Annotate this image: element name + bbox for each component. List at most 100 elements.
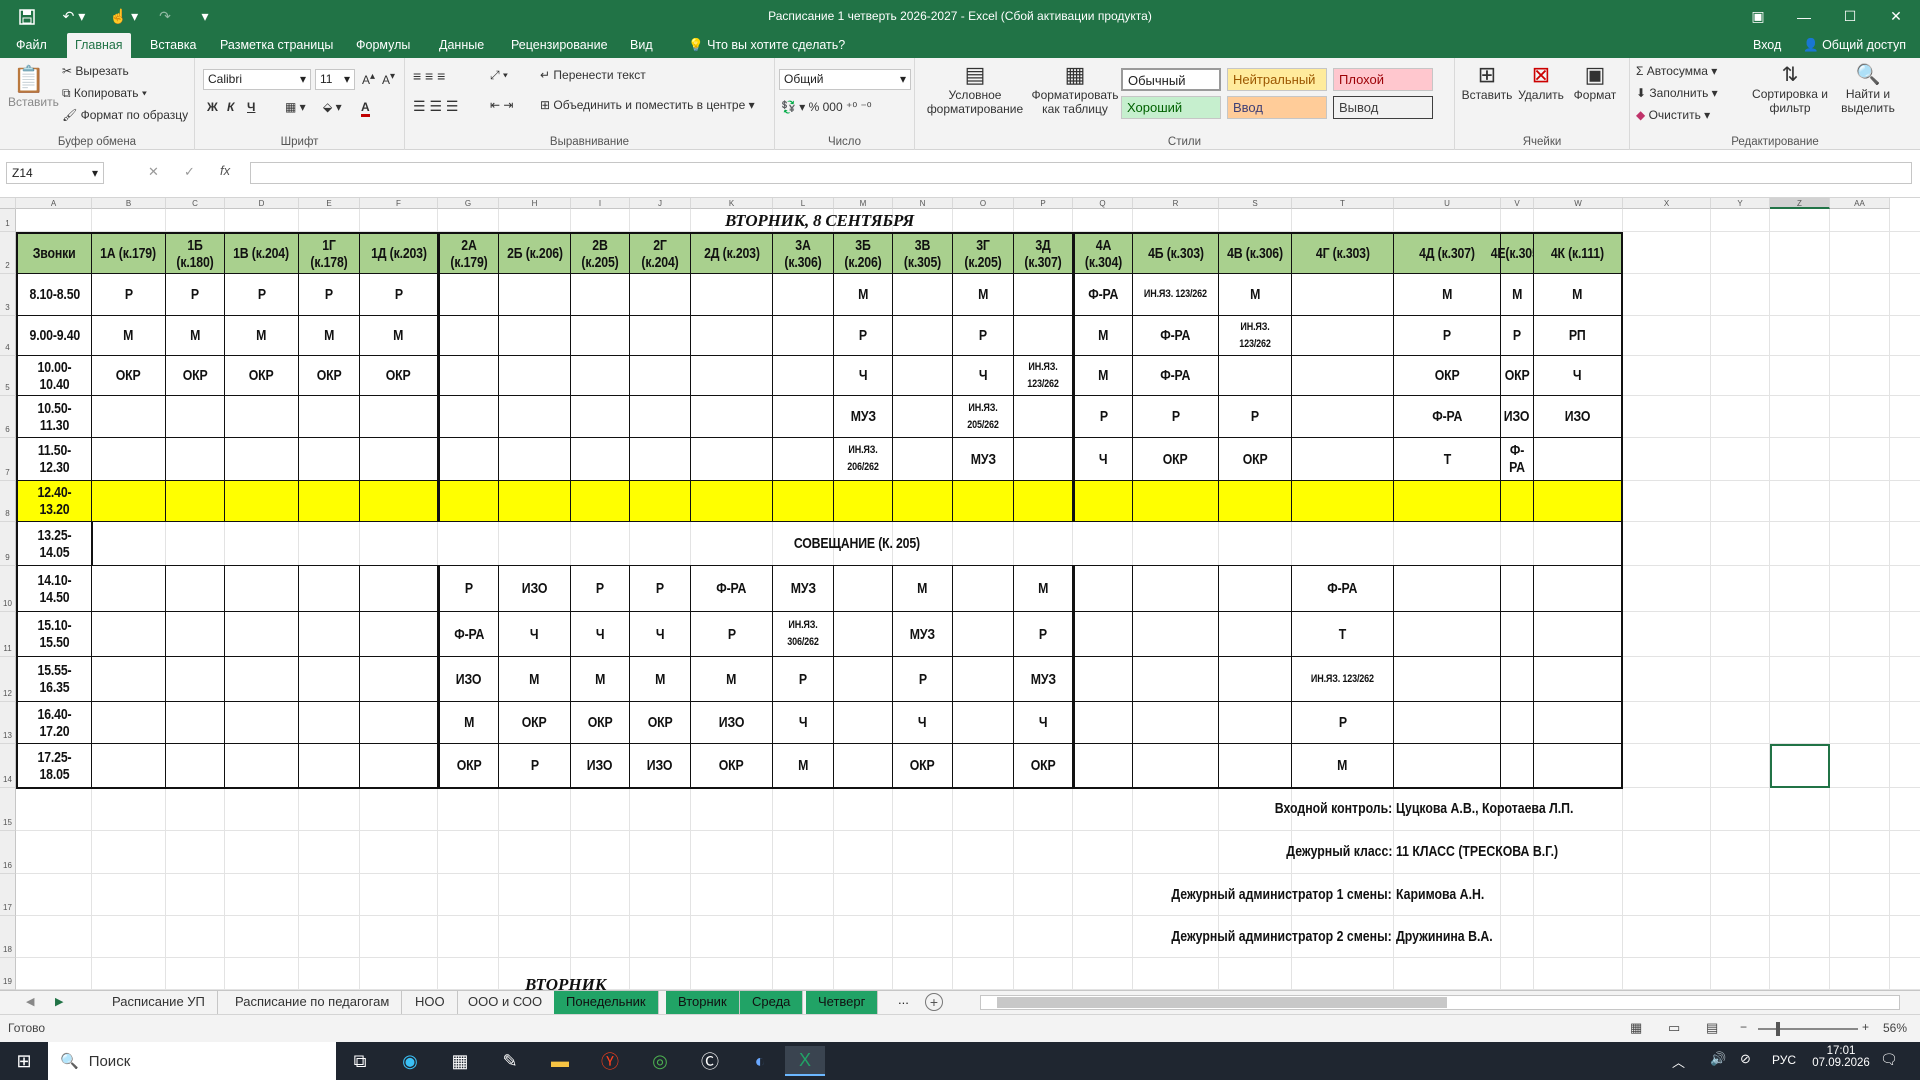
lesson-cell[interactable]: Ч [630, 612, 691, 657]
time-cell[interactable]: 14.10-14.50 [16, 566, 92, 612]
table-header-cell[interactable]: 1Б (к.180) [166, 232, 225, 274]
column-header[interactable]: Z [1770, 198, 1830, 209]
app-c-icon[interactable]: Ⓒ [690, 1046, 730, 1076]
paste-button[interactable]: 📋 Вставить [8, 64, 59, 109]
lesson-cell[interactable] [299, 566, 360, 612]
lesson-cell[interactable] [1534, 566, 1623, 612]
lesson-cell[interactable] [438, 396, 499, 438]
lesson-cell[interactable]: Р [1292, 702, 1394, 744]
taskbar-search[interactable]: 🔍 Поиск [48, 1042, 336, 1080]
lesson-cell[interactable] [225, 612, 299, 657]
tab-file[interactable]: Файл [8, 33, 55, 58]
ribbon-display-icon[interactable]: ▣ [1735, 0, 1781, 33]
tab-insert[interactable]: Вставка [142, 33, 204, 58]
lesson-cell[interactable] [166, 396, 225, 438]
lesson-cell[interactable]: ИЗО [630, 744, 691, 788]
lesson-cell[interactable] [360, 702, 438, 744]
lesson-cell[interactable]: Р [438, 566, 499, 612]
tab-page-layout[interactable]: Разметка страницы [212, 33, 341, 58]
underline-button[interactable]: Ч [247, 100, 255, 114]
lesson-cell[interactable] [1073, 566, 1133, 612]
style-neutral[interactable]: Нейтральный [1227, 68, 1327, 91]
lesson-cell[interactable] [299, 657, 360, 702]
column-header[interactable]: AA [1830, 198, 1890, 209]
lesson-cell[interactable]: ОКР [166, 356, 225, 396]
lesson-cell[interactable] [691, 316, 773, 356]
lesson-cell[interactable] [499, 438, 571, 481]
lesson-cell[interactable]: Р [1501, 316, 1534, 356]
lesson-cell[interactable] [499, 481, 571, 522]
lesson-cell[interactable] [166, 481, 225, 522]
orientation-icon[interactable]: ⤢ ▾ [490, 68, 508, 83]
lesson-cell[interactable] [571, 316, 630, 356]
lesson-cell[interactable] [166, 566, 225, 612]
volume-icon[interactable]: 🔊 [1710, 1051, 1726, 1067]
row-header[interactable]: 18 [0, 916, 16, 958]
lesson-cell[interactable] [499, 274, 571, 316]
lesson-cell[interactable] [893, 356, 953, 396]
lesson-cell[interactable] [953, 481, 1014, 522]
lesson-cell[interactable]: Ф-РА [1292, 566, 1394, 612]
lesson-cell[interactable] [893, 438, 953, 481]
lesson-cell[interactable]: М [691, 657, 773, 702]
grow-font-icon[interactable]: A▴ [362, 71, 375, 87]
lesson-cell[interactable]: Ф-РА [1133, 356, 1219, 396]
lesson-cell[interactable]: Р [691, 612, 773, 657]
style-output[interactable]: Вывод [1333, 96, 1433, 119]
lesson-cell[interactable] [1292, 356, 1394, 396]
lesson-cell[interactable]: Р [893, 657, 953, 702]
lesson-cell[interactable]: ОКР [299, 356, 360, 396]
column-header[interactable]: H [499, 198, 571, 209]
lesson-cell[interactable]: М [1394, 274, 1501, 316]
table-header-cell[interactable]: 4А (к.304) [1073, 232, 1133, 274]
lesson-cell[interactable] [571, 438, 630, 481]
lesson-cell[interactable]: М [360, 316, 438, 356]
lesson-cell[interactable]: Т [1292, 612, 1394, 657]
time-cell[interactable]: 8.10-8.50 [16, 274, 92, 316]
column-header[interactable]: J [630, 198, 691, 209]
lesson-cell[interactable] [1534, 481, 1623, 522]
table-header-cell[interactable]: 1Г (к.178) [299, 232, 360, 274]
lesson-cell[interactable] [225, 702, 299, 744]
lesson-cell[interactable] [1219, 702, 1292, 744]
table-header-cell[interactable]: 4Е(к.305) [1491, 232, 1543, 274]
sheet-tab[interactable]: Расписание по педагогам [223, 991, 403, 1014]
lesson-cell[interactable]: ОКР [1014, 744, 1073, 788]
bold-button[interactable]: Ж [207, 100, 218, 114]
table-header-cell[interactable]: 3В (к.305) [893, 232, 953, 274]
lesson-cell[interactable] [1133, 481, 1219, 522]
lesson-cell[interactable]: Ч [953, 356, 1014, 396]
lesson-cell[interactable] [571, 356, 630, 396]
lesson-cell[interactable]: Р [225, 274, 299, 316]
font-size-combo[interactable]: 11 ▾ [315, 69, 355, 90]
column-header[interactable]: A [16, 198, 92, 209]
lesson-cell[interactable] [893, 481, 953, 522]
lesson-cell[interactable]: М [1534, 274, 1623, 316]
lesson-cell[interactable]: ИН.ЯЗ. 123/262 [1219, 316, 1292, 356]
lesson-cell[interactable] [834, 481, 893, 522]
column-header[interactable]: F [360, 198, 438, 209]
lesson-cell[interactable]: ИН.ЯЗ. 206/262 [834, 438, 893, 481]
lesson-cell[interactable] [1219, 356, 1292, 396]
find-select-button[interactable]: 🔍 Найти и выделить [1830, 62, 1906, 115]
row-header[interactable]: 3 [0, 274, 16, 316]
zoom-slider[interactable] [1758, 1022, 1858, 1036]
sheet-tab[interactable]: Вторник [666, 991, 740, 1014]
maximize-icon[interactable]: ☐ [1827, 0, 1873, 33]
sort-filter-button[interactable]: ⇅ Сортировка и фильтр [1752, 62, 1828, 115]
lesson-cell[interactable] [1219, 566, 1292, 612]
lesson-cell[interactable]: М [499, 657, 571, 702]
lesson-cell[interactable]: Ч [499, 612, 571, 657]
lesson-cell[interactable] [92, 612, 166, 657]
lesson-cell[interactable]: Ф-РА [438, 612, 499, 657]
lesson-cell[interactable]: МУЗ [1014, 657, 1073, 702]
lesson-cell[interactable]: ОКР [630, 702, 691, 744]
lesson-cell[interactable] [1073, 744, 1133, 788]
autosum-button[interactable]: Σ Автосумма ▾ [1636, 64, 1717, 78]
table-header-cell[interactable]: 4Д (к.307) [1394, 232, 1501, 274]
lesson-cell[interactable] [92, 481, 166, 522]
table-header-cell[interactable]: 3Г (к.205) [953, 232, 1014, 274]
lesson-cell[interactable] [834, 657, 893, 702]
lesson-cell[interactable] [438, 438, 499, 481]
row-header[interactable]: 15 [0, 788, 16, 831]
